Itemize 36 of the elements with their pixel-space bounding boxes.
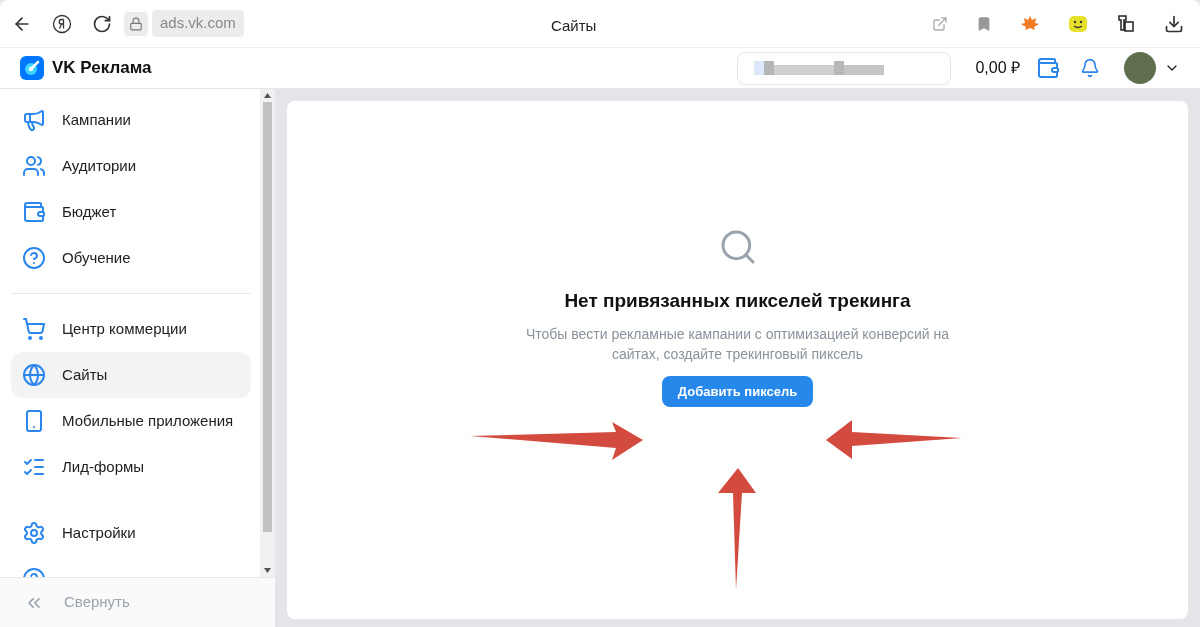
cart-icon — [22, 317, 46, 341]
browser-logo-icon[interactable] — [52, 13, 72, 34]
scroll-down-icon[interactable] — [264, 568, 271, 573]
sidebar-item[interactable]: Обучение — [11, 235, 251, 281]
extensions-icon[interactable] — [1116, 13, 1136, 34]
empty-title: Нет привязанных пикселей трекинга — [564, 289, 911, 314]
bookmark-icon[interactable] — [976, 15, 992, 32]
scroll-up-icon[interactable] — [264, 93, 271, 98]
bell-icon[interactable] — [1080, 58, 1100, 78]
download-icon[interactable] — [1164, 13, 1184, 34]
scrollbar[interactable] — [260, 89, 275, 577]
wallet-icon — [22, 200, 46, 224]
reload-icon[interactable] — [92, 13, 112, 34]
sidebar-item[interactable]: Сайты — [11, 352, 251, 398]
logo-text[interactable]: VK Реклама — [52, 55, 152, 81]
logo-icon — [20, 56, 44, 80]
blurred-field[interactable] — [737, 51, 952, 85]
page-title: Сайты — [551, 16, 597, 36]
sidebar-item[interactable]: Центр коммерции — [11, 306, 251, 352]
sidebar-item[interactable]: Кампании — [11, 97, 251, 143]
wallet-icon[interactable] — [1036, 56, 1060, 80]
avatar[interactable] — [1124, 52, 1156, 84]
sidebar-item[interactable]: Мобильные приложения — [11, 398, 251, 444]
balance-text: 0,00 ₽ — [975, 58, 1020, 78]
settings-icon — [22, 521, 46, 545]
globe-icon — [22, 363, 46, 387]
megaphone-icon — [22, 108, 46, 132]
sidebar-item[interactable]: Аудитории — [11, 143, 251, 189]
empty-description: Чтобы вести рекламные кампании с оптимизацией конверсий на сайтах, создайте трекинговый пиксель — [524, 324, 951, 364]
users-icon — [22, 154, 46, 178]
smiley-icon[interactable] — [1068, 14, 1088, 33]
add-pixel-button[interactable]: Добавить пиксель — [661, 375, 814, 407]
sidebar-item[interactable]: Бюджет — [11, 189, 251, 235]
sidebar-item[interactable]: Настройки — [11, 510, 251, 556]
sidebar-item[interactable]: Лид-формы — [11, 444, 251, 490]
lock-icon[interactable] — [124, 11, 148, 36]
